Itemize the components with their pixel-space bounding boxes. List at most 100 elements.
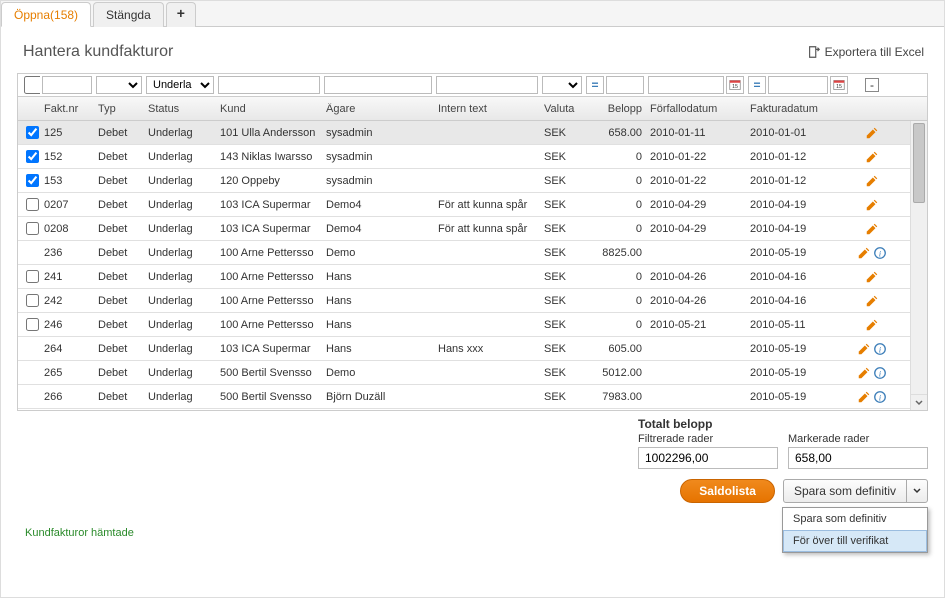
cell-agare: sysadmin (322, 151, 434, 163)
filter-belopp-operator[interactable]: = (586, 76, 604, 94)
edit-icon[interactable] (857, 390, 871, 404)
cell-belopp: 0 (584, 199, 646, 211)
dropdown-item-save-definitive[interactable]: Spara som definitiv (783, 508, 927, 530)
table-row[interactable]: 266DebetUnderlag500 Bertil SvenssoBjörn … (18, 385, 927, 409)
filter-agare-input[interactable] (324, 76, 432, 94)
col-kund[interactable]: Kund (216, 103, 322, 115)
filter-forfall-calendar[interactable]: 15 (726, 76, 744, 94)
col-forfall[interactable]: Förfallodatum (646, 103, 746, 115)
edit-icon[interactable] (865, 174, 879, 188)
cell-typ: Debet (94, 175, 144, 187)
scrollbar-arrow-down[interactable] (911, 394, 927, 410)
filter-select-all-checkbox[interactable] (24, 76, 40, 94)
col-intern[interactable]: Intern text (434, 103, 540, 115)
filter-collapse-button[interactable]: - (865, 78, 879, 92)
save-definitive-main[interactable]: Spara som definitiv (784, 480, 907, 502)
tab-add[interactable]: + (166, 2, 196, 27)
row-checkbox[interactable] (26, 198, 39, 211)
filter-valuta-select[interactable] (542, 76, 582, 94)
cell-kund: 500 Bertil Svensso (216, 391, 322, 403)
table-row[interactable]: 153DebetUnderlag120 OppebysysadminSEK020… (18, 169, 927, 193)
row-checkbox[interactable] (26, 126, 39, 139)
cell-typ: Debet (94, 247, 144, 259)
cell-valuta: SEK (540, 319, 584, 331)
edit-icon[interactable] (865, 294, 879, 308)
table-row[interactable]: 265DebetUnderlag500 Bertil SvenssoDemoSE… (18, 361, 927, 385)
row-checkbox[interactable] (26, 318, 39, 331)
filter-forfall-input[interactable] (648, 76, 724, 94)
filter-faktura-operator[interactable]: = (748, 76, 766, 94)
cell-belopp: 605.00 (584, 343, 646, 355)
cell-belopp: 8825.00 (584, 247, 646, 259)
cell-fakt: 153 (40, 175, 94, 187)
edit-icon[interactable] (857, 342, 871, 356)
edit-icon[interactable] (865, 318, 879, 332)
info-icon[interactable]: i (873, 366, 887, 380)
info-icon[interactable]: i (873, 390, 887, 404)
col-belopp[interactable]: Belopp (584, 103, 646, 115)
row-checkbox[interactable] (26, 222, 39, 235)
cell-kund: 100 Arne Pettersso (216, 295, 322, 307)
tab-closed[interactable]: Stängda (93, 2, 164, 27)
edit-icon[interactable] (865, 222, 879, 236)
table-row[interactable]: 246DebetUnderlag100 Arne PetterssoHansSE… (18, 313, 927, 337)
saldolista-button[interactable]: Saldolista (680, 479, 775, 503)
table-row[interactable]: 0207DebetUnderlag103 ICA SupermarDemo4Fö… (18, 193, 927, 217)
filter-typ-select[interactable] (96, 76, 142, 94)
vertical-scrollbar[interactable] (910, 121, 927, 410)
edit-icon[interactable] (865, 126, 879, 140)
edit-icon[interactable] (865, 198, 879, 212)
filter-faktura-input[interactable] (768, 76, 828, 94)
col-valuta[interactable]: Valuta (540, 103, 584, 115)
filter-kund-input[interactable] (218, 76, 320, 94)
tab-open[interactable]: Öppna(158) (1, 2, 91, 27)
edit-icon[interactable] (857, 366, 871, 380)
edit-icon[interactable] (857, 246, 871, 260)
table-row[interactable]: 0208DebetUnderlag103 ICA SupermarDemo4Fö… (18, 217, 927, 241)
row-checkbox[interactable] (26, 150, 39, 163)
actions-row: Saldolista Spara som definitiv Spara som… (17, 479, 928, 503)
save-dropdown-menu: Spara som definitiv För över till verifi… (782, 507, 928, 553)
dropdown-item-transfer-voucher[interactable]: För över till verifikat (783, 530, 927, 552)
filter-belopp-input[interactable] (606, 76, 644, 94)
table-row[interactable]: 267DebetUnderlag2008 PeterDemoSEK5637.00… (18, 409, 927, 411)
info-icon[interactable]: i (873, 342, 887, 356)
row-checkbox[interactable] (26, 294, 39, 307)
save-definitive-split-button[interactable]: Spara som definitiv (783, 479, 928, 503)
scrollbar-thumb[interactable] (913, 123, 925, 203)
table-row[interactable]: 236DebetUnderlag100 Arne PetterssoDemoSE… (18, 241, 927, 265)
info-icon[interactable]: i (873, 246, 887, 260)
cell-status: Underlag (144, 151, 216, 163)
filter-status-select[interactable]: Underla (146, 76, 214, 94)
cell-valuta: SEK (540, 295, 584, 307)
table-row[interactable]: 152DebetUnderlag143 Niklas Iwarssosysadm… (18, 145, 927, 169)
cell-fakt: 236 (40, 247, 94, 259)
table-row[interactable]: 125DebetUnderlag101 Ulla Anderssonsysadm… (18, 121, 927, 145)
table-row[interactable]: 241DebetUnderlag100 Arne PetterssoHansSE… (18, 265, 927, 289)
totals-marked-label: Markerade rader (788, 433, 928, 445)
cell-faktura: 2010-01-12 (746, 175, 850, 187)
cell-typ: Debet (94, 319, 144, 331)
col-agare[interactable]: Ägare (322, 103, 434, 115)
edit-icon[interactable] (865, 270, 879, 284)
cell-typ: Debet (94, 151, 144, 163)
filter-intern-input[interactable] (436, 76, 538, 94)
row-checkbox[interactable] (26, 174, 39, 187)
export-excel-link[interactable]: Exportera till Excel (807, 45, 924, 59)
table-row[interactable]: 264DebetUnderlag103 ICA SupermarHansHans… (18, 337, 927, 361)
col-status[interactable]: Status (144, 103, 216, 115)
table-row[interactable]: 242DebetUnderlag100 Arne PetterssoHansSE… (18, 289, 927, 313)
save-definitive-dropdown-toggle[interactable] (907, 480, 927, 502)
cell-faktura: 2010-04-19 (746, 199, 850, 211)
cell-status: Underlag (144, 343, 216, 355)
cell-kund: 500 Bertil Svensso (216, 367, 322, 379)
filter-fakt-input[interactable] (42, 76, 92, 94)
col-fakt[interactable]: Fakt.nr (40, 103, 94, 115)
svg-text:i: i (879, 368, 882, 378)
filter-faktura-calendar[interactable]: 15 (830, 76, 848, 94)
col-faktura[interactable]: Fakturadatum (746, 103, 850, 115)
col-typ[interactable]: Typ (94, 103, 144, 115)
row-checkbox[interactable] (26, 270, 39, 283)
edit-icon[interactable] (865, 150, 879, 164)
cell-intern: För att kunna spår (434, 223, 540, 235)
